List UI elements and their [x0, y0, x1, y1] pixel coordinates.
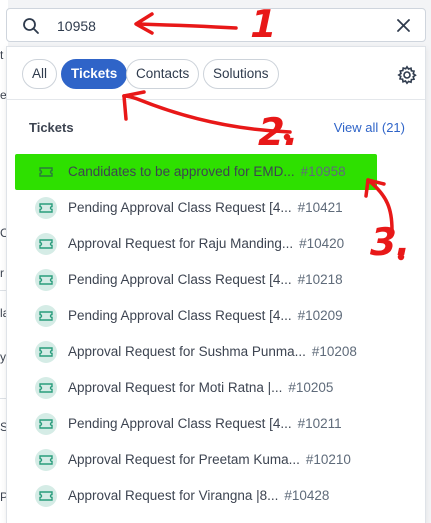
ticket-icon: [35, 197, 57, 219]
ticket-icon: [35, 341, 57, 363]
background-fragment: t: [0, 48, 4, 62]
ticket-text-group: Approval Request for Sushma Punma... #102…: [68, 344, 357, 359]
ticket-text-group: Pending Approval Class Request [4... #102…: [68, 308, 343, 323]
ticket-title: Approval Request for Preetam Kuma...: [68, 452, 300, 467]
ticket-result-row[interactable]: Approval Request for Raju Manding... #104…: [7, 226, 425, 262]
view-all-link[interactable]: View all (21): [334, 120, 405, 135]
ticket-result-row[interactable]: Approval Request for Sushma Punma... #102…: [7, 334, 425, 370]
screenshot: t e Cl r la y St Pr All Tickets Contacts…: [0, 0, 431, 523]
ticket-results-list: Candidates to be approved for EMD... #109…: [7, 154, 425, 514]
ticket-text-group: Pending Approval Class Request [4... #104…: [68, 200, 343, 215]
ticket-number: #10421: [297, 200, 343, 215]
ticket-number: #10958: [300, 164, 346, 179]
search-icon: [23, 18, 39, 34]
ticket-result-row[interactable]: Approval Request for Moti Ratna |... #102…: [7, 370, 425, 406]
tab-all[interactable]: All: [22, 59, 58, 89]
ticket-icon: [35, 377, 57, 399]
ticket-title: Pending Approval Class Request [4...: [68, 308, 292, 323]
ticket-icon: [35, 233, 57, 255]
ticket-text-group: Pending Approval Class Request [4... #102…: [68, 416, 342, 431]
ticket-result-row[interactable]: Pending Approval Class Request [4... #102…: [7, 262, 425, 298]
ticket-result-row[interactable]: Approval Request for Preetam Kuma... #102…: [7, 442, 425, 478]
ticket-icon: [35, 269, 57, 291]
ticket-number: #10209: [297, 308, 343, 323]
ticket-text-group: Approval Request for Moti Ratna |... #102…: [68, 380, 333, 395]
gear-icon[interactable]: [397, 65, 417, 85]
ticket-number: #10210: [305, 452, 351, 467]
ticket-number: #10420: [299, 236, 345, 251]
ticket-result-row[interactable]: Approval Request for Virangna |8... #1042…: [7, 478, 425, 514]
ticket-title: Pending Approval Class Request [4...: [68, 416, 292, 431]
search-input[interactable]: [57, 15, 357, 37]
ticket-title: Approval Request for Moti Ratna |...: [68, 380, 283, 395]
section-title: Tickets: [29, 120, 74, 135]
ticket-icon: [35, 305, 57, 327]
ticket-number: #10218: [297, 272, 343, 287]
ticket-result-row[interactable]: Pending Approval Class Request [4... #104…: [7, 190, 425, 226]
ticket-title: Approval Request for Sushma Punma...: [68, 344, 306, 359]
ticket-number: #10211: [297, 416, 342, 431]
tab-solutions[interactable]: Solutions: [203, 59, 279, 89]
ticket-icon: [35, 485, 57, 507]
ticket-title: Pending Approval Class Request [4...: [68, 200, 292, 215]
tab-tickets[interactable]: Tickets: [61, 59, 128, 89]
ticket-title: Approval Request for Raju Manding...: [68, 236, 294, 251]
ticket-icon: [35, 161, 57, 183]
ticket-text-group: Approval Request for Virangna |8... #1042…: [68, 488, 329, 503]
ticket-number: #10208: [311, 344, 357, 359]
ticket-text-group: Candidates to be approved for EMD... #109…: [68, 164, 346, 179]
ticket-icon: [35, 413, 57, 435]
ticket-number: #10205: [288, 380, 334, 395]
ticket-number: #10428: [284, 488, 330, 503]
background-fragment: r: [0, 266, 4, 280]
tab-contacts[interactable]: Contacts: [126, 59, 200, 89]
ticket-title: Pending Approval Class Request [4...: [68, 272, 292, 287]
filter-tabs: All Tickets Contacts Solutions: [7, 47, 425, 100]
ticket-icon: [35, 449, 57, 471]
ticket-title: Approval Request for Virangna |8...: [68, 488, 279, 503]
ticket-text-group: Pending Approval Class Request [4... #102…: [68, 272, 343, 287]
ticket-text-group: Approval Request for Preetam Kuma... #102…: [68, 452, 351, 467]
ticket-text-group: Approval Request for Raju Manding... #104…: [68, 236, 344, 251]
ticket-title: Candidates to be approved for EMD...: [68, 164, 295, 179]
ticket-result-row[interactable]: Pending Approval Class Request [4... #102…: [7, 298, 425, 334]
search-bar: [6, 8, 426, 42]
ticket-result-row[interactable]: Candidates to be approved for EMD... #109…: [15, 154, 377, 190]
ticket-result-row[interactable]: Pending Approval Class Request [4... #102…: [7, 406, 425, 442]
close-icon[interactable]: [396, 18, 411, 33]
search-results-panel: All Tickets Contacts Solutions Tickets V…: [6, 46, 426, 523]
